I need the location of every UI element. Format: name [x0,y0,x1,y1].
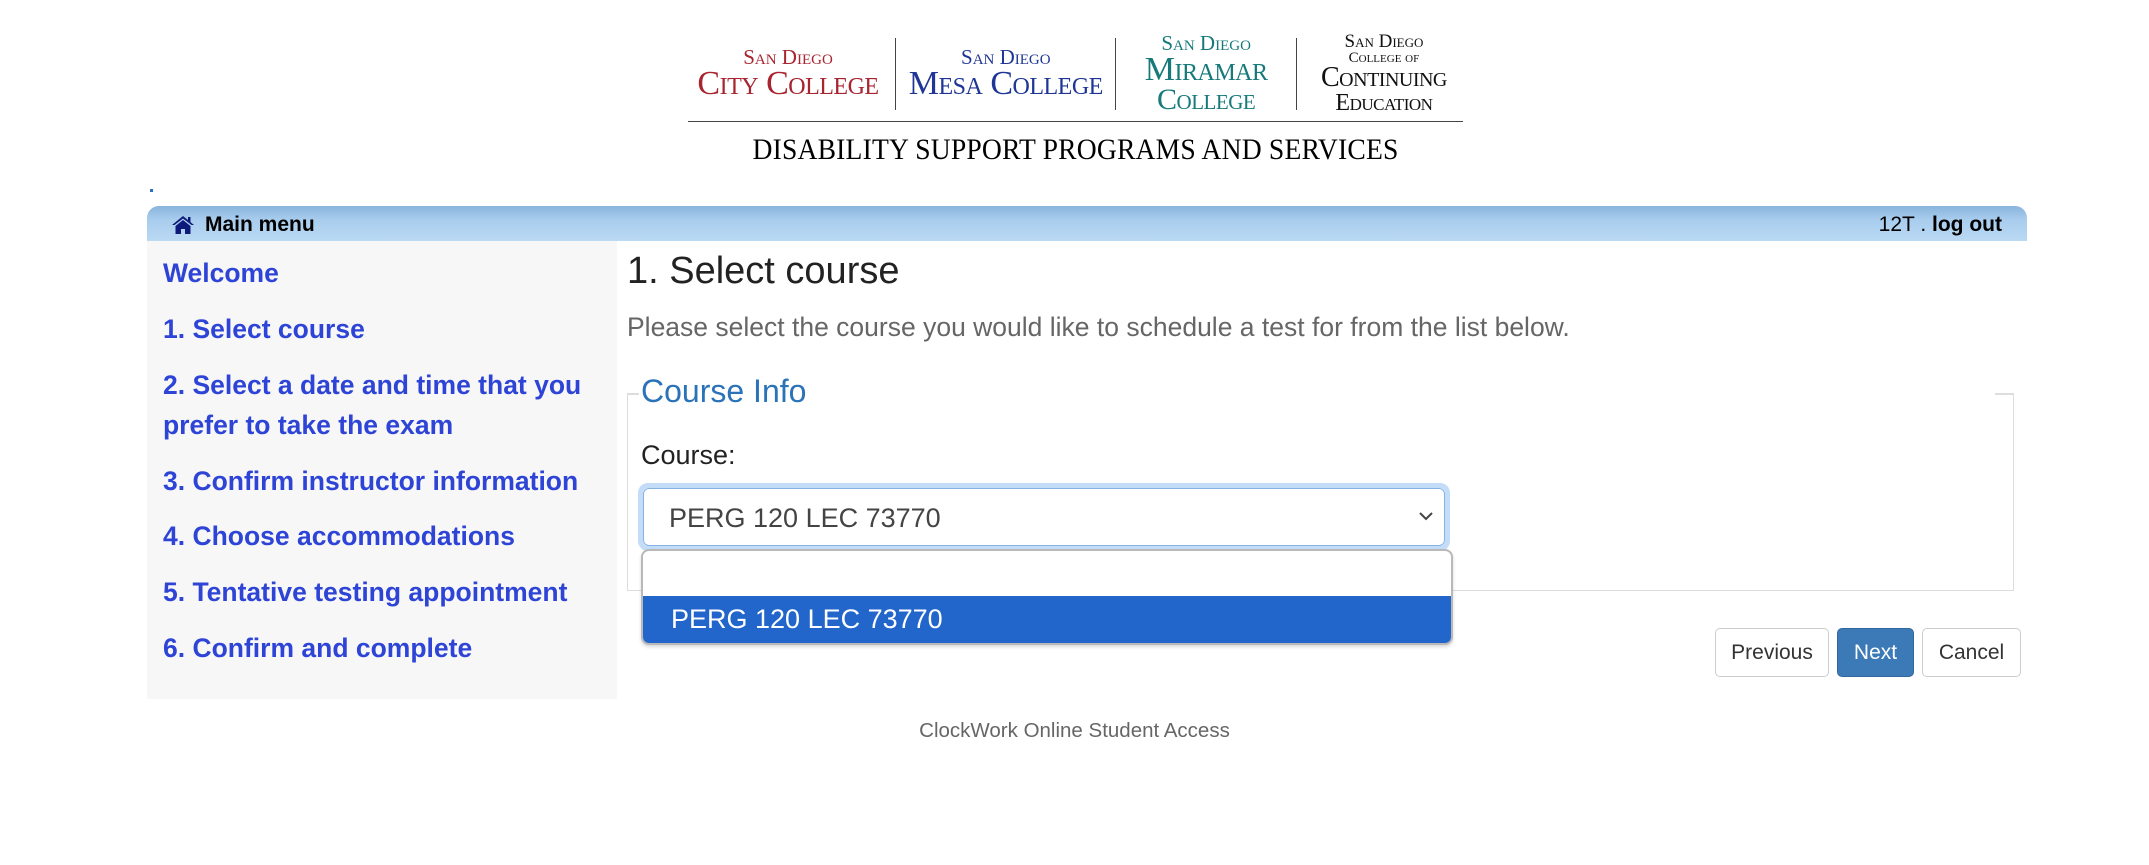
continuing-education-logo: San Diego College of Continuing Educatio… [1321,31,1447,117]
chevron-down-icon [1419,512,1433,521]
course-option-empty[interactable] [643,551,1451,596]
home-icon [172,216,194,234]
page-description: Please select the course you would like … [627,312,1570,342]
fieldset-border [627,393,639,395]
fieldset-border [1995,393,2013,395]
separator: . [1920,213,1927,236]
course-dropdown-list: PERG 120 LEC 73770 [641,549,1453,645]
user-area: 12T . log out [1879,213,2002,237]
college-logos: San Diego City College San Diego Mesa Co… [688,28,1464,120]
miramar-college-logo: San Diego Miramar College [1144,30,1268,116]
course-select[interactable]: PERG 120 LEC 73770 [638,483,1450,551]
sidebar-item-select-date-time[interactable]: 2. Select a date and time that you prefe… [163,365,603,445]
fieldset-legend: Course Info [641,373,811,410]
city-college-logo: San Diego City College [697,44,879,102]
sidebar-item-tentative-appointment[interactable]: 5. Tentative testing appointment [163,572,603,612]
main-menu-label: Main menu [205,213,315,236]
logo-divider [1295,38,1297,110]
course-option-highlighted[interactable]: PERG 120 LEC 73770 [643,596,1451,643]
next-button[interactable]: Next [1837,628,1914,677]
course-label: Course: [641,440,736,470]
header-divider [688,121,1463,122]
sidebar-item-accommodations[interactable]: 4. Choose accommodations [163,516,603,556]
page-title: 1. Select course [627,250,900,292]
footer-text: ClockWork Online Student Access [919,719,1230,742]
sidebar-item-confirm-instructor[interactable]: 3. Confirm instructor information [163,461,603,501]
sidebar-item-confirm-complete[interactable]: 6. Confirm and complete [163,628,603,668]
previous-button[interactable]: Previous [1715,628,1829,677]
username: 12T [1878,213,1915,236]
cancel-button[interactable]: Cancel [1922,628,2021,677]
sidebar-item-welcome[interactable]: Welcome [163,253,603,293]
logo-divider [1115,38,1117,110]
sidebar-item-select-course[interactable]: 1. Select course [163,309,603,349]
wizard-sidebar: Welcome 1. Select course 2. Select a dat… [147,241,617,699]
logo-divider [895,38,897,110]
course-select-value: PERG 120 LEC 73770 [669,503,941,533]
decorative-dot [150,189,153,192]
program-title: Disability Support Programs and Services [752,133,1399,166]
mesa-college-logo: San Diego Mesa College [908,44,1104,102]
main-menu-bar: Main menu 12T . log out [147,206,2027,241]
main-menu-link[interactable]: Main menu [171,213,315,237]
logout-link[interactable]: log out [1932,213,2002,236]
